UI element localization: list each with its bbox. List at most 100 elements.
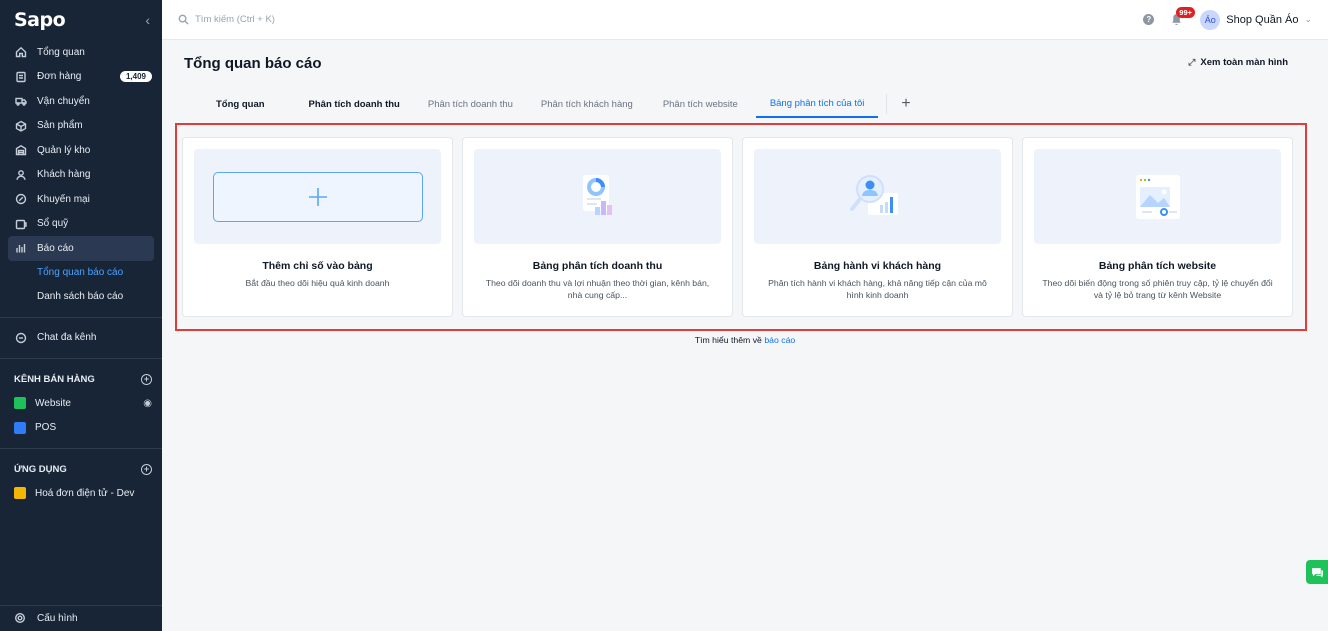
tab-revenue-analysis-2[interactable]: Phân tích doanh thu [414, 90, 527, 118]
sidebar-divider [0, 358, 162, 359]
sidebar-item-label: Cấu hình [37, 613, 78, 624]
sidebar-item-products[interactable]: Sản phẩm [0, 114, 162, 139]
sidebar-item-label: Đơn hàng [37, 71, 82, 83]
sidebar-item-label: Khách hàng [37, 169, 91, 181]
sidebar-item-label: Tổng quan [37, 46, 85, 58]
tab-divider [886, 94, 888, 114]
sidebar-item-config[interactable]: Cấu hình [0, 605, 162, 631]
card-add-metric[interactable]: Thêm chỉ số vào bảng Bắt đầu theo dõi hi… [182, 137, 453, 317]
sidebar-channel-pos[interactable]: POS [0, 416, 162, 441]
learn-more-text: Tìm hiểu thêm về báo cáo [162, 335, 1328, 345]
card-description: Theo dõi biến động trong số phiên truy c… [1042, 278, 1273, 300]
card-illustration [194, 149, 441, 244]
chat-bubble-icon [1311, 567, 1323, 578]
chart-icon [14, 241, 28, 255]
card-title: Bảng phân tích website [1098, 260, 1217, 272]
sidebar-channel-website[interactable]: Website ◉ [0, 391, 162, 416]
tab-customer-analysis[interactable]: Phân tích khách hàng [527, 90, 647, 118]
card-description: Bắt đầu theo dõi hiệu quả kinh doanh [245, 278, 390, 288]
pos-icon [14, 421, 26, 434]
expand-icon: ⤢ [1188, 57, 1196, 67]
sidebar-item-label: Website [35, 397, 71, 409]
apps-title: ỨNG DỤNG [14, 463, 67, 475]
card-title: Thêm chỉ số vào bảng [262, 260, 373, 272]
apps-header: ỨNG DỤNG + [0, 457, 162, 481]
sidebar-item-label: POS [35, 422, 57, 434]
fullscreen-label: Xem toàn màn hình [1200, 57, 1288, 68]
card-title: Bảng hành vi khách hàng [813, 260, 942, 272]
sidebar-item-label: Hoá đơn điện tử - Dev [35, 487, 135, 499]
sidebar-nav: Tổng quan Đơn hàng 1,409 Vận chuyển Sản … [0, 40, 162, 261]
sidebar-item-label: Sản phẩm [37, 120, 83, 132]
sidebar-item-label: Vận chuyển [37, 95, 90, 107]
avatar[interactable]: Áo [1200, 9, 1221, 30]
sales-channels-title: KÊNH BÁN HÀNG [14, 373, 95, 385]
add-tab-icon[interactable]: + [895, 90, 916, 118]
notification-badge: 99+ [1176, 6, 1196, 18]
sidebar-item-warehouse[interactable]: Quản lý kho [0, 138, 162, 163]
sidebar-item-promotions[interactable]: Khuyến mại [0, 187, 162, 212]
plus-icon [308, 187, 327, 206]
sidebar-item-label: Báo cáo [37, 242, 74, 254]
tab-overview[interactable]: Tổng quan [202, 90, 279, 118]
shop-name[interactable]: Shop Quần Áo [1226, 14, 1298, 26]
sidebar-item-label: Chat đa kênh [37, 332, 97, 344]
notification-button[interactable]: 99+ [1170, 6, 1196, 27]
card-description: Phân tích hành vi khách hàng, khả năng t… [768, 278, 987, 300]
sidebar-divider [0, 316, 162, 318]
chat-float-button[interactable] [1306, 560, 1328, 584]
dashboard-cards: Thêm chỉ số vào bảng Bắt đầu theo dõi hi… [182, 137, 1293, 317]
chevron-left-icon[interactable]: ‹ [145, 12, 150, 28]
website-icon [14, 397, 26, 410]
card-description: Theo dõi doanh thu và lợi nhuận theo thờ… [485, 278, 710, 300]
tab-revenue-analysis[interactable]: Phân tích doanh thu [279, 90, 414, 118]
cashbook-icon [14, 217, 28, 231]
user-icon [14, 168, 28, 182]
sidebar-item-reports[interactable]: Báo cáo [8, 236, 154, 261]
sales-channels-header: KÊNH BÁN HÀNG + [0, 367, 162, 391]
search-bar[interactable]: Tìm kiếm (Ctrl + K) [178, 14, 275, 25]
sidebar-item-customers[interactable]: Khách hàng [0, 163, 162, 188]
search-input[interactable]: Tìm kiếm (Ctrl + K) [195, 14, 275, 25]
website-illustration-icon [1034, 149, 1281, 244]
sidebar-item-overview[interactable]: Tổng quan [0, 40, 162, 65]
learn-more-prefix: Tìm hiểu thêm về [694, 335, 762, 345]
sidebar-item-label: Quản lý kho [37, 144, 91, 156]
fullscreen-button[interactable]: ⤢ Xem toàn màn hình [1188, 57, 1288, 68]
card-website-analysis[interactable]: Bảng phân tích website Theo dõi biến độn… [1022, 137, 1293, 317]
sapo-logo[interactable]: Sapo [14, 9, 66, 31]
sidebar-item-label: Sổ quỹ [37, 218, 69, 230]
tab-my-dashboard[interactable]: Bảng phân tích của tôi [755, 90, 879, 118]
learn-more-link[interactable]: báo cáo [764, 335, 795, 345]
add-channel-icon[interactable]: + [141, 373, 152, 385]
promo-icon [14, 192, 28, 206]
revenue-illustration-icon [474, 149, 721, 244]
card-customer-behavior[interactable]: Bảng hành vi khách hàng Phân tích hành v… [742, 137, 1013, 317]
page-title: Tổng quan báo cáo [184, 55, 322, 72]
sidebar-subitem-report-overview[interactable]: Tổng quan báo cáo [0, 261, 162, 285]
help-icon[interactable]: ? [1143, 14, 1155, 25]
home-icon [14, 45, 28, 59]
sidebar-item-orders[interactable]: Đơn hàng 1,409 [0, 65, 162, 90]
sidebar-item-chat[interactable]: Chat đa kênh [0, 326, 162, 351]
sidebar-item-cashbook[interactable]: Sổ quỹ [0, 212, 162, 237]
report-tabs: Tổng quan Phân tích doanh thu Phân tích … [202, 90, 917, 118]
tab-website-analysis[interactable]: Phân tích website [647, 90, 752, 118]
add-metric-button[interactable] [212, 171, 423, 222]
sidebar-app-einvoice[interactable]: Hoá đơn điện tử - Dev [0, 481, 162, 506]
eye-icon[interactable]: ◉ [143, 398, 152, 409]
sidebar-subitem-report-list[interactable]: Danh sách báo cáo [0, 285, 162, 309]
customer-illustration-icon [754, 149, 1001, 244]
chevron-down-icon[interactable]: ⌄ [1304, 14, 1312, 25]
add-app-icon[interactable]: + [141, 463, 152, 475]
chat-icon [14, 331, 28, 345]
card-revenue-dashboard[interactable]: Bảng phân tích doanh thu Theo dõi doanh … [462, 137, 733, 317]
topbar-right: ? 99+ Áo Shop Quần Áo ⌄ [1143, 6, 1312, 30]
einvoice-app-icon [14, 487, 26, 500]
main-content: Tổng quan báo cáo ⤢ Xem toàn màn hình Tổ… [162, 40, 1328, 631]
box-icon [14, 119, 28, 133]
sidebar-item-label: Khuyến mại [37, 193, 90, 205]
order-count-badge: 1,409 [119, 71, 152, 83]
sidebar-item-shipping[interactable]: Vận chuyển [0, 89, 162, 114]
card-title: Bảng phân tích doanh thu [532, 260, 663, 272]
